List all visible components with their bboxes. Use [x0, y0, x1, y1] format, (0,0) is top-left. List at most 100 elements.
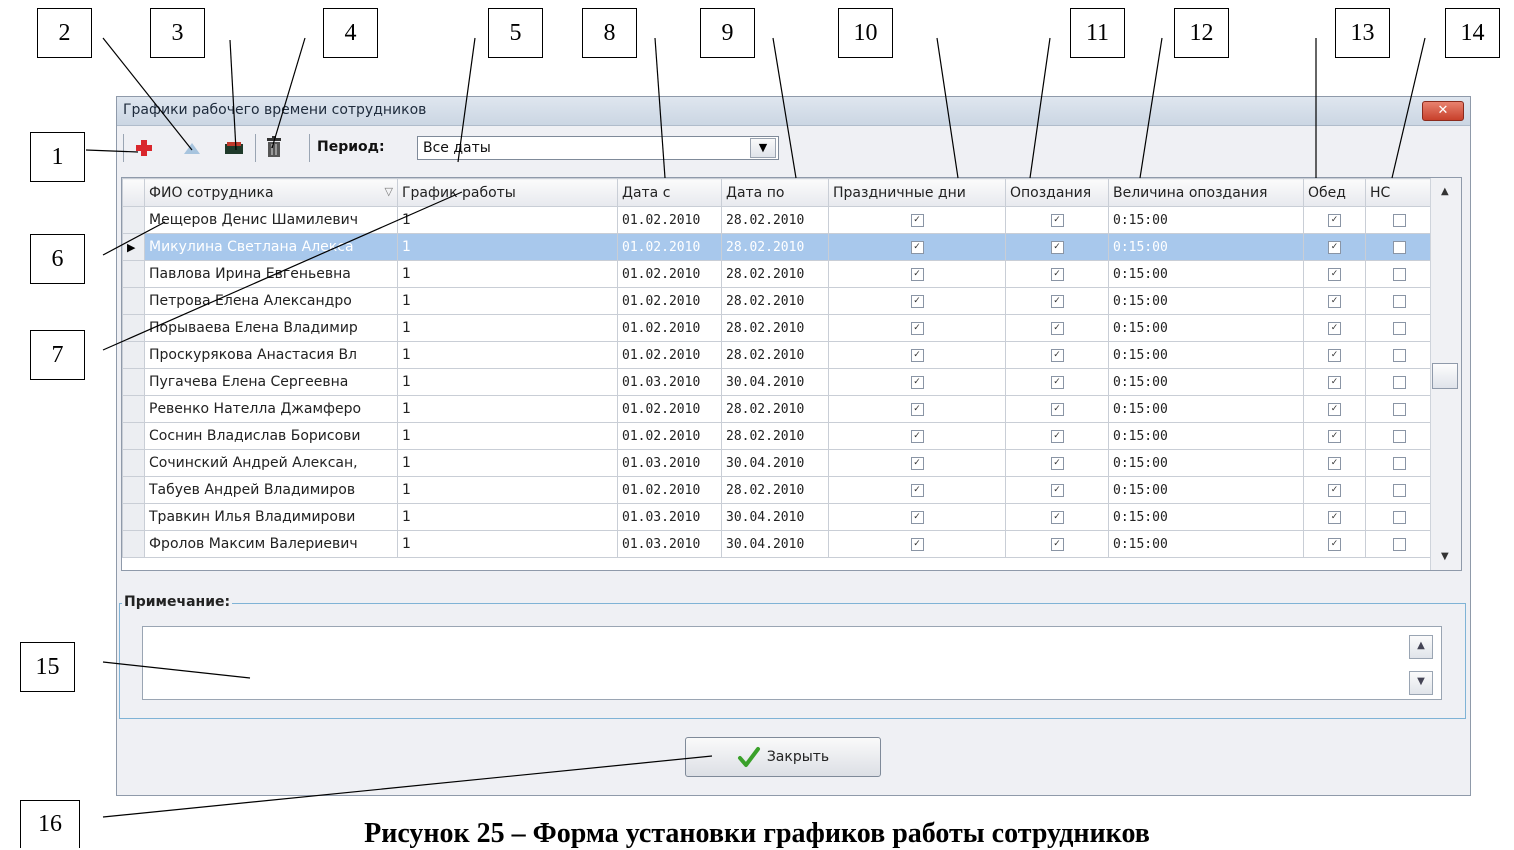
cell-lateness-amount[interactable]: 0:15:00	[1108, 449, 1304, 477]
add-icon[interactable]	[131, 135, 157, 161]
grid-scrollbar[interactable]: ▲ ▼	[1430, 178, 1461, 570]
row-indicator[interactable]	[122, 476, 145, 504]
cell-name[interactable]: Петрова Елена Александро	[144, 287, 398, 315]
scroll-up-icon[interactable]: ▲	[1441, 186, 1449, 197]
lateness-checkbox[interactable]: ✓	[1050, 348, 1064, 362]
edit-icon[interactable]	[221, 135, 247, 161]
note-scrollbar[interactable]: ▲ ▼	[1409, 635, 1433, 695]
cell-name[interactable]: Порываева Елена Владимир	[144, 314, 398, 342]
cell-schedule[interactable]: 1	[397, 260, 618, 288]
cell-date-to[interactable]: 28.02.2010	[721, 395, 829, 423]
row-indicator[interactable]: ▶	[122, 233, 145, 261]
chevron-down-icon[interactable]: ▼	[750, 138, 776, 158]
cell-date-from[interactable]: 01.02.2010	[617, 314, 722, 342]
row-indicator[interactable]	[122, 287, 145, 315]
table-row[interactable]: Ревенко Нателла Джамферо 1 01.02.2010 28.02…	[122, 395, 1434, 423]
row-indicator[interactable]	[122, 503, 145, 531]
cell-schedule[interactable]: 1	[397, 422, 618, 450]
cell-lateness-amount[interactable]: 0:15:00	[1108, 233, 1304, 261]
note-scroll-up-icon[interactable]: ▲	[1409, 635, 1433, 659]
column-header-schedule[interactable]: График работы	[397, 178, 618, 207]
cell-lateness-amount[interactable]: 0:15:00	[1108, 530, 1304, 558]
up-arrow-icon[interactable]	[179, 135, 205, 161]
cell-date-from[interactable]: 01.02.2010	[617, 341, 722, 369]
table-row[interactable]: Порываева Елена Владимир 1 01.02.2010 28.02…	[122, 314, 1434, 342]
lunch-checkbox[interactable]: ✓	[1328, 321, 1341, 335]
table-row[interactable]: Фролов Максим Валериевич 1 01.03.2010 30.04…	[122, 530, 1434, 558]
row-indicator[interactable]	[122, 422, 145, 450]
table-row[interactable]: Табуев Андрей Владимиров 1 01.02.2010 28.02…	[122, 476, 1434, 504]
cell-lateness-amount[interactable]: 0:15:00	[1108, 395, 1304, 423]
ns-checkbox[interactable]	[1393, 456, 1406, 470]
holidays-checkbox[interactable]: ✓	[910, 267, 924, 281]
cell-date-to[interactable]: 28.02.2010	[721, 260, 829, 288]
cell-date-from[interactable]: 01.02.2010	[617, 287, 722, 315]
cell-date-to[interactable]: 30.04.2010	[721, 503, 829, 531]
lunch-checkbox[interactable]: ✓	[1328, 510, 1341, 524]
cell-date-from[interactable]: 01.02.2010	[617, 422, 722, 450]
cell-schedule[interactable]: 1	[397, 341, 618, 369]
cell-date-from[interactable]: 01.02.2010	[617, 206, 722, 234]
cell-date-to[interactable]: 28.02.2010	[721, 233, 829, 261]
holidays-checkbox[interactable]: ✓	[910, 240, 924, 254]
cell-date-from[interactable]: 01.03.2010	[617, 503, 722, 531]
column-header-date-from[interactable]: Дата с	[617, 178, 722, 207]
note-scroll-down-icon[interactable]: ▼	[1409, 671, 1433, 695]
cell-date-to[interactable]: 30.04.2010	[721, 449, 829, 477]
table-row[interactable]: Проскурякова Анастасия Вл 1 01.02.2010 28.0…	[122, 341, 1434, 369]
lateness-checkbox[interactable]: ✓	[1050, 456, 1064, 470]
cell-lateness-amount[interactable]: 0:15:00	[1108, 260, 1304, 288]
ns-checkbox[interactable]	[1393, 429, 1406, 443]
column-header-date-to[interactable]: Дата по	[721, 178, 829, 207]
trash-icon[interactable]	[261, 134, 287, 160]
cell-lateness-amount[interactable]: 0:15:00	[1108, 287, 1304, 315]
cell-date-to[interactable]: 28.02.2010	[721, 341, 829, 369]
cell-lateness-amount[interactable]: 0:15:00	[1108, 422, 1304, 450]
holidays-checkbox[interactable]: ✓	[910, 348, 924, 362]
lateness-checkbox[interactable]: ✓	[1050, 321, 1064, 335]
cell-date-to[interactable]: 28.02.2010	[721, 314, 829, 342]
lateness-checkbox[interactable]: ✓	[1050, 429, 1064, 443]
cell-schedule[interactable]: 1	[397, 368, 618, 396]
ns-checkbox[interactable]	[1393, 240, 1406, 254]
holidays-checkbox[interactable]: ✓	[910, 321, 924, 335]
ns-checkbox[interactable]	[1393, 537, 1406, 551]
cell-schedule[interactable]: 1	[397, 287, 618, 315]
row-indicator[interactable]	[122, 341, 145, 369]
cell-date-from[interactable]: 01.03.2010	[617, 368, 722, 396]
cell-schedule[interactable]: 1	[397, 233, 618, 261]
column-header-lunch[interactable]: Обед	[1303, 178, 1366, 207]
holidays-checkbox[interactable]: ✓	[910, 483, 924, 497]
row-indicator[interactable]	[122, 530, 145, 558]
table-row[interactable]: ▶ Микулина Светлана Алекса 1 01.02.2010 28.0…	[122, 233, 1434, 261]
holidays-checkbox[interactable]: ✓	[910, 213, 924, 227]
sort-icon[interactable]: ▽	[385, 185, 393, 198]
cell-date-from[interactable]: 01.03.2010	[617, 449, 722, 477]
table-row[interactable]: Сочинский Андрей Алексан, 1 01.03.2010 30.0…	[122, 449, 1434, 477]
period-select[interactable]: Все даты ▼	[417, 136, 779, 160]
ns-checkbox[interactable]	[1393, 402, 1406, 416]
scrollbar-thumb[interactable]	[1432, 363, 1458, 389]
lateness-checkbox[interactable]: ✓	[1050, 375, 1064, 389]
table-row[interactable]: Травкин Илья Владимирови 1 01.03.2010 30.04…	[122, 503, 1434, 531]
cell-name[interactable]: Павлова Ирина Евгеньевна	[144, 260, 398, 288]
ns-checkbox[interactable]	[1393, 294, 1406, 308]
cell-date-to[interactable]: 28.02.2010	[721, 287, 829, 315]
cell-name[interactable]: Пугачева Елена Сергеевна	[144, 368, 398, 396]
lateness-checkbox[interactable]: ✓	[1050, 537, 1064, 551]
lunch-checkbox[interactable]: ✓	[1328, 483, 1341, 497]
cell-date-to[interactable]: 28.02.2010	[721, 476, 829, 504]
lateness-checkbox[interactable]: ✓	[1050, 483, 1064, 497]
lateness-checkbox[interactable]: ✓	[1050, 267, 1064, 281]
note-textarea[interactable]: ▲ ▼	[142, 626, 1442, 700]
lateness-checkbox[interactable]: ✓	[1050, 213, 1064, 227]
holidays-checkbox[interactable]: ✓	[910, 294, 924, 308]
lunch-checkbox[interactable]: ✓	[1328, 456, 1341, 470]
cell-date-to[interactable]: 30.04.2010	[721, 530, 829, 558]
scroll-down-icon[interactable]: ▼	[1441, 551, 1449, 562]
cell-schedule[interactable]: 1	[397, 395, 618, 423]
table-row[interactable]: Пугачева Елена Сергеевна 1 01.03.2010 30.04…	[122, 368, 1434, 396]
cell-lateness-amount[interactable]: 0:15:00	[1108, 314, 1304, 342]
cell-name[interactable]: Мещеров Денис Шамилевич	[144, 206, 398, 234]
lunch-checkbox[interactable]: ✓	[1328, 294, 1341, 308]
